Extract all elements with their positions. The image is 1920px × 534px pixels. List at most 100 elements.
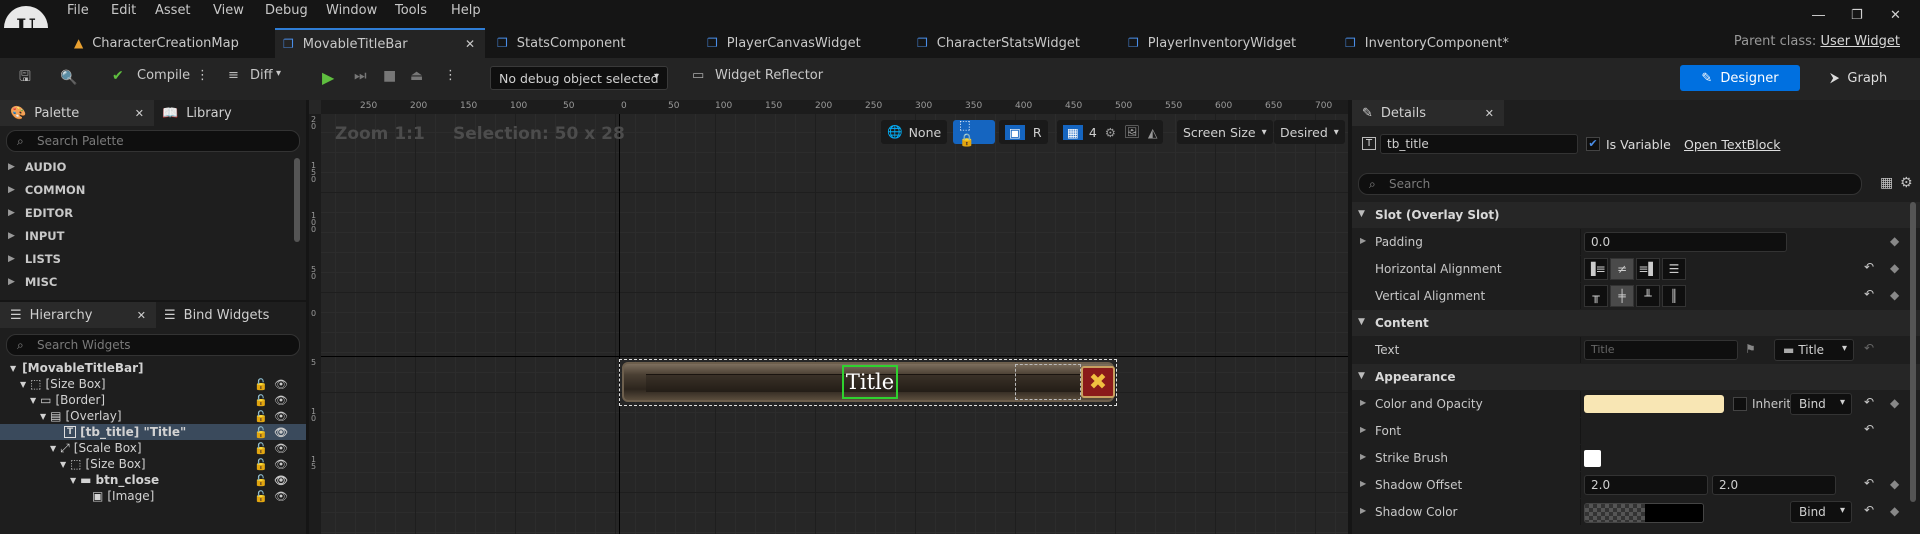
lock-visibility-icons[interactable]: 🔓👁 [254,378,294,391]
tab-playercanvaswidget[interactable]: ❐ PlayerCanvasWidget [707,28,907,58]
flag-icon[interactable]: ⚑ [1745,342,1756,356]
property-options-icon[interactable]: ◆ [1890,396,1899,410]
lock-visibility-icons[interactable]: 🔓👁 [254,426,294,439]
close-icon[interactable]: ✕ [1485,107,1494,120]
close-icon[interactable]: ✕ [137,309,146,322]
play-options-icon[interactable]: ⋮ [444,68,457,83]
menu-asset[interactable]: Asset [155,3,191,18]
palette-category-editor[interactable]: ▶ EDITOR [0,202,73,224]
menu-debug[interactable]: Debug [265,3,308,18]
align-top-icon[interactable]: ╥ [1584,285,1608,307]
chevron-right-icon[interactable]: ▶ [1360,236,1366,245]
widget-name-input[interactable]: tb_title [1380,134,1578,154]
save-icon[interactable]: 🖫 [12,64,38,92]
lock-visibility-icons[interactable]: 🔓👁 [254,442,294,455]
is-variable-checkbox[interactable]: ✔ [1586,137,1600,151]
tab-charactercreationmap[interactable]: ▲ CharacterCreationMap [68,28,273,58]
hierarchy-item[interactable]: ▼ ▬ btn_close 🔓👁 [0,472,306,488]
hierarchy-item[interactable]: ▣ [Image] 🔓👁 [0,488,306,504]
color-swatch[interactable] [1584,395,1724,413]
text-binding-dropdown[interactable]: ▬ Title ▾ [1774,339,1854,361]
gear-icon[interactable]: ⚙ [1900,175,1913,191]
reset-icon[interactable]: ↶ [1864,476,1874,490]
chevron-right-icon[interactable]: ▶ [1360,506,1366,515]
tab-library[interactable]: 📖 Library [156,100,306,126]
tab-hierarchy[interactable]: ☰ Hierarchy ✕ [0,302,156,328]
reset-icon[interactable]: ↶ [1864,287,1874,301]
open-textblock-link[interactable]: Open TextBlock [1684,137,1780,152]
chevron-down-icon[interactable]: ▾ [276,68,281,79]
reset-icon[interactable]: ↶ [1864,260,1874,274]
menu-file[interactable]: File [67,3,89,18]
shadow-offset-y-input[interactable]: 2.0 [1712,475,1836,495]
close-icon[interactable]: ✕ [135,107,144,120]
padding-input[interactable]: 0.0 [1584,232,1787,252]
align-right-icon[interactable]: ≡▌ [1636,258,1660,280]
lock-visibility-icons[interactable]: 🔓👁 [254,458,294,471]
minimize-icon[interactable]: ― [1812,8,1825,23]
property-options-icon[interactable]: ◆ [1890,234,1899,248]
hierarchy-item-selected[interactable]: T [tb_title] "Title" 🔓👁 [0,424,306,440]
maximize-icon[interactable]: ❐ [1851,8,1863,23]
palette-category-common[interactable]: ▶ COMMON [0,179,85,201]
browse-icon[interactable]: 🔍 [56,64,82,92]
chevron-right-icon[interactable]: ▶ [1360,398,1366,407]
close-window-icon[interactable]: ✕ [1890,8,1901,23]
hierarchy-item[interactable]: ▼ ▭ [Border] 🔓👁 [0,392,306,408]
shadow-offset-x-input[interactable]: 2.0 [1584,475,1708,495]
hierarchy-item[interactable]: ▼ ⤢ [Scale Box] 🔓👁 [0,440,306,456]
color-bind-dropdown[interactable]: Bind ▾ [1790,393,1852,415]
lock-visibility-icons[interactable]: 🔓👁 [254,474,294,487]
details-search-input[interactable]: ⌕ Search [1358,173,1862,195]
graph-button[interactable]: ⮞ Graph [1830,65,1887,91]
lock-visibility-icons[interactable]: 🔓👁 [254,410,294,423]
screen-size-dropdown[interactable]: Screen Size ▾ [1177,120,1273,144]
section-content[interactable]: ▼ Content [1352,310,1920,336]
shadow-color-swatch[interactable] [1584,503,1704,523]
menu-help[interactable]: Help [451,3,481,18]
chevron-right-icon[interactable]: ▶ [1360,425,1366,434]
hierarchy-item[interactable]: ▼ [MovableTitleBar] [0,360,306,376]
menu-edit[interactable]: Edit [111,3,136,18]
hierarchy-search-input[interactable]: ⌕ Search Widgets [6,334,300,356]
compile-status-icon[interactable]: ✔ [112,68,124,84]
property-options-icon[interactable]: ◆ [1890,288,1899,302]
reset-icon[interactable]: ↶ [1864,503,1874,517]
compile-options-icon[interactable]: ⋮ [196,68,209,83]
property-options-icon[interactable]: ◆ [1890,261,1899,275]
table-view-icon[interactable]: ▦ [1880,175,1893,191]
section-slot[interactable]: ▼ Slot (Overlay Slot) [1352,202,1920,228]
widget-reflector-button[interactable]: Widget Reflector [715,68,823,83]
strike-brush-swatch[interactable] [1584,450,1601,467]
palette-category-audio[interactable]: ▶ AUDIO [0,156,66,178]
chevron-right-icon[interactable]: ▶ [1360,452,1366,461]
designer-button[interactable]: ✎ Designer [1680,65,1800,91]
debug-object-dropdown[interactable]: No debug object selected ▾ [490,66,668,90]
close-button-preview[interactable]: ✖ [1081,366,1115,398]
property-options-icon[interactable]: ◆ [1890,504,1899,518]
palette-category-lists[interactable]: ▶ LISTS [0,248,61,270]
tab-bind-widgets[interactable]: ☰ Bind Widgets [158,302,306,328]
reset-icon[interactable]: ↶ [1864,341,1874,355]
tab-movabletitlebar[interactable]: ❐ MovableTitleBar ✕ [275,28,485,58]
section-appearance[interactable]: ▼ Appearance [1352,364,1920,390]
respect-locks-toggle[interactable]: ▣ R [999,120,1048,144]
close-tab-icon[interactable]: ✕ [465,37,475,51]
align-vfill-icon[interactable]: ║ [1662,285,1686,307]
locale-dropdown[interactable]: 🌐 None [881,120,948,144]
menu-tools[interactable]: Tools [395,3,427,18]
hierarchy-item[interactable]: ▼ ▤ [Overlay] 🔓👁 [0,408,306,424]
palette-category-misc[interactable]: ▶ MISC [0,271,57,293]
diff-button[interactable]: Diff [250,68,273,83]
lock-toggle[interactable]: ⬚ 🔒 [953,117,995,147]
tab-inventorycomponent[interactable]: ❐ InventoryComponent* [1345,28,1545,58]
align-bottom-icon[interactable]: ╨ [1636,285,1660,307]
align-left-icon[interactable]: ▐≡ [1584,258,1608,280]
chevron-right-icon[interactable]: ▶ [1360,479,1366,488]
tab-statscomponent[interactable]: ❐ StatsComponent [497,28,697,58]
shadow-bind-dropdown[interactable]: Bind ▾ [1790,501,1852,523]
palette-category-input[interactable]: ▶ INPUT [0,225,64,247]
tab-playerinventorywidget[interactable]: ❐ PlayerInventoryWidget [1128,28,1328,58]
property-options-icon[interactable]: ◆ [1890,477,1899,491]
align-center-icon[interactable]: ≠ [1610,258,1634,280]
